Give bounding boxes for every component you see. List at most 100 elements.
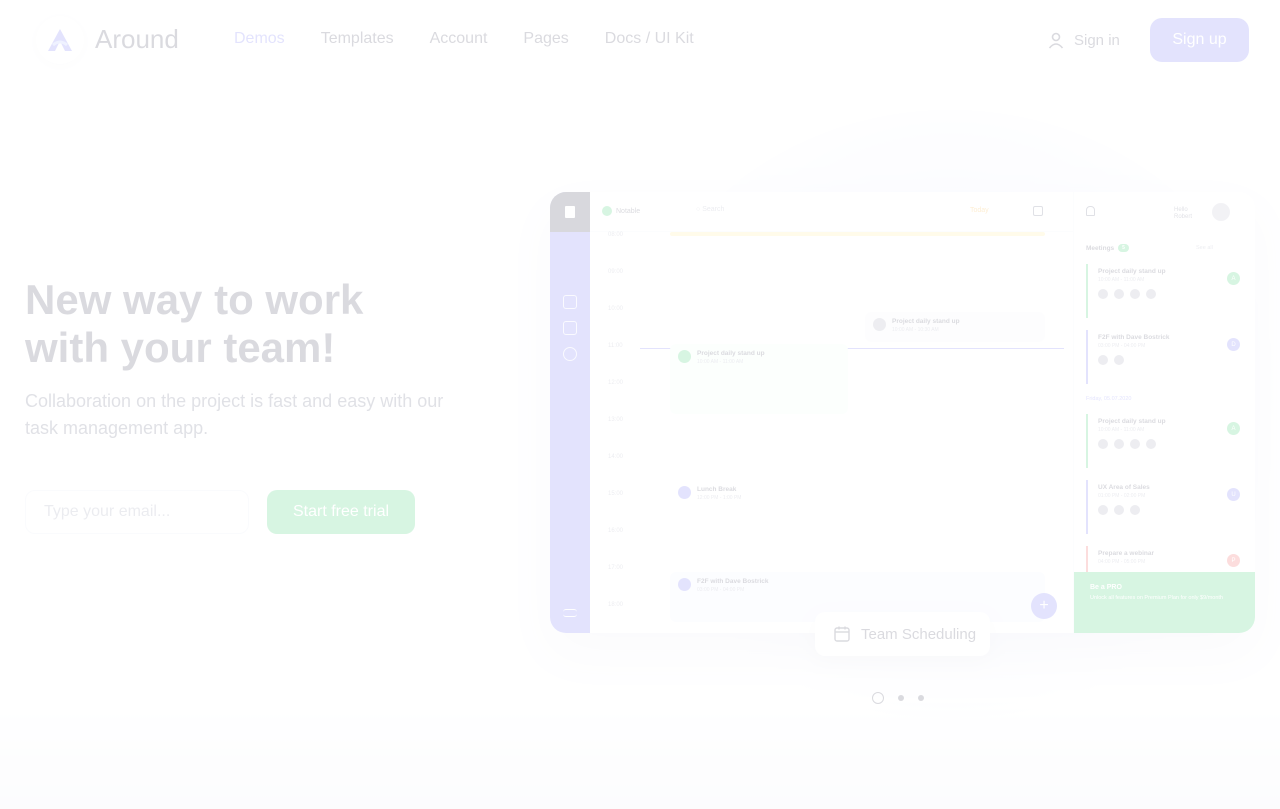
time-label: 10:00 bbox=[608, 306, 624, 312]
meeting-time: 01:00 PM - 02:00 PM bbox=[1098, 493, 1146, 499]
email-input[interactable] bbox=[25, 490, 249, 534]
greeting-name: Robert bbox=[1174, 214, 1193, 220]
carousel-dot[interactable] bbox=[898, 695, 904, 701]
carousel-dot[interactable] bbox=[918, 695, 924, 701]
team-selector: Notable bbox=[602, 206, 640, 216]
today-label: Today bbox=[970, 207, 989, 214]
avatar bbox=[1212, 203, 1230, 221]
event-time: 12:00 PM - 1:00 PM bbox=[697, 495, 742, 501]
mockup-sidebar bbox=[550, 192, 590, 633]
meeting-badge: D bbox=[1227, 338, 1240, 351]
event-title: Lunch Break bbox=[697, 486, 737, 493]
pro-title: Be a PRO bbox=[1090, 584, 1122, 591]
meeting-badge: A bbox=[1227, 272, 1240, 285]
signup-button[interactable]: Sign up bbox=[1150, 18, 1249, 62]
time-label: 12:00 bbox=[608, 380, 624, 386]
time-column: 08:00 09:00 10:00 11:00 12:00 13:00 14:0… bbox=[608, 232, 638, 633]
event-title: Project daily stand up bbox=[697, 350, 765, 357]
event-avatar bbox=[678, 578, 691, 591]
meeting-badge: A bbox=[1227, 422, 1240, 435]
meeting-time: 10:00 AM - 11:00 AM bbox=[1098, 427, 1145, 433]
event-time: 10:00 AM - 10:30 AM bbox=[892, 327, 939, 333]
time-label: 08:00 bbox=[608, 232, 624, 238]
team-label: Notable bbox=[616, 207, 641, 215]
nav-templates[interactable]: Templates bbox=[321, 30, 394, 48]
meeting-title: F2F with Dave Bostrick bbox=[1098, 334, 1170, 341]
panel-topbar: Hello Robert bbox=[1074, 192, 1255, 232]
meeting-avatars bbox=[1098, 355, 1236, 365]
app-mockup: Notable ○ Search Today 08:00 09:00 10:00… bbox=[550, 192, 1255, 633]
greeting-hello: Hello bbox=[1174, 207, 1188, 213]
meeting-badge: U bbox=[1227, 488, 1240, 501]
calendar-view-icon bbox=[1033, 206, 1043, 216]
nav-docs[interactable]: Docs / UI Kit bbox=[605, 30, 694, 48]
start-trial-button[interactable]: Start free trial bbox=[267, 490, 415, 534]
time-label: 17:00 bbox=[608, 565, 624, 571]
menu-icon bbox=[563, 609, 577, 617]
meetings-title: Meetings bbox=[1086, 244, 1115, 252]
event-avatar bbox=[678, 350, 691, 363]
hero-subtitle: Collaboration on the project is fast and… bbox=[25, 391, 444, 438]
nav-demos[interactable]: Demos bbox=[234, 30, 285, 48]
carousel-dot-active[interactable] bbox=[872, 692, 884, 704]
brand-name[interactable]: Around bbox=[95, 24, 179, 55]
time-label: 18:00 bbox=[608, 602, 624, 608]
inbox-icon bbox=[563, 321, 577, 335]
calendar-icon bbox=[834, 626, 850, 642]
signin-link[interactable]: Sign in bbox=[1046, 30, 1120, 50]
nav-account[interactable]: Account bbox=[430, 30, 488, 48]
day-label: Friday, 05.07.2020 bbox=[1086, 396, 1132, 402]
time-label: 11:00 bbox=[608, 343, 623, 349]
meeting-time: 10:00 AM - 11:00 AM bbox=[1098, 277, 1145, 283]
mockup-search: ○ Search bbox=[696, 206, 724, 213]
event-time: 10:00 AM - 11:00 AM bbox=[697, 359, 744, 365]
time-label: 13:00 bbox=[608, 417, 624, 423]
meeting-card: Project daily stand up 10:00 AM - 11:00 … bbox=[1086, 264, 1246, 318]
main-nav: Demos Templates Account Pages Docs / UI … bbox=[234, 30, 694, 48]
lock-icon bbox=[563, 347, 577, 361]
meeting-avatars bbox=[1098, 289, 1236, 299]
event-time: 03:00 PM - 04:00 PM bbox=[697, 587, 745, 593]
meeting-time: 04:00 PM - 05:00 PM bbox=[1098, 559, 1146, 565]
event-avatar bbox=[873, 318, 886, 331]
carousel-pagination bbox=[872, 692, 924, 704]
greeting: Hello Robert bbox=[1174, 207, 1192, 221]
meeting-card: F2F with Dave Bostrick 03:00 PM - 04:00 … bbox=[1086, 330, 1246, 384]
calendar-icon bbox=[563, 295, 577, 309]
bell-icon bbox=[1086, 206, 1095, 216]
time-label: 16:00 bbox=[608, 528, 624, 534]
meeting-avatars bbox=[1098, 505, 1236, 515]
meeting-title: UX Area of Sales bbox=[1098, 484, 1150, 491]
calendar-event: Project daily stand up 10:00 AM - 10:30 A… bbox=[865, 312, 1045, 342]
meeting-title: Project daily stand up bbox=[1098, 418, 1166, 425]
meeting-title: Prepare a webinar bbox=[1098, 550, 1154, 557]
time-label: 14:00 bbox=[608, 454, 624, 460]
user-icon bbox=[1048, 32, 1064, 49]
meeting-card: UX Area of Sales 01:00 PM - 02:00 PM U bbox=[1086, 480, 1246, 534]
team-dot bbox=[602, 206, 612, 216]
logo[interactable] bbox=[36, 16, 84, 64]
hero-title-line2: with your team! bbox=[25, 324, 336, 371]
team-scheduling-chip: Team Scheduling bbox=[815, 612, 990, 656]
nav-pages[interactable]: Pages bbox=[523, 30, 568, 48]
calendar-event: Project daily stand up 10:00 AM - 11:00 A… bbox=[670, 344, 848, 414]
team-scheduling-label: Team Scheduling bbox=[861, 625, 977, 643]
calendar-event: Lunch Break 12:00 PM - 1:00 PM bbox=[670, 480, 848, 510]
meetings-heading: Meetings 5 bbox=[1086, 244, 1129, 252]
mockup-search-text: Search bbox=[702, 206, 725, 213]
pro-text: Unlock all features on Premium Plan for … bbox=[1090, 595, 1223, 601]
allday-bar bbox=[670, 232, 1045, 236]
add-event-button: + bbox=[1031, 593, 1057, 619]
meeting-time: 03:00 PM - 04:00 PM bbox=[1098, 343, 1146, 349]
meeting-title: Project daily stand up bbox=[1098, 268, 1166, 275]
see-all-link: See all bbox=[1196, 245, 1213, 251]
meeting-card: Prepare a webinar 04:00 PM - 05:00 PM P bbox=[1086, 546, 1246, 572]
mockup-topbar: Notable ○ Search Today bbox=[590, 192, 1073, 232]
event-avatar bbox=[678, 486, 691, 499]
signin-label: Sign in bbox=[1074, 31, 1120, 49]
meetings-count-badge: 5 bbox=[1118, 244, 1129, 252]
search-icon: ○ bbox=[696, 206, 701, 213]
meeting-card: Project daily stand up 10:00 AM - 11:00 … bbox=[1086, 414, 1246, 468]
bottom-wave bbox=[0, 700, 1280, 809]
meeting-avatars bbox=[1098, 439, 1236, 449]
